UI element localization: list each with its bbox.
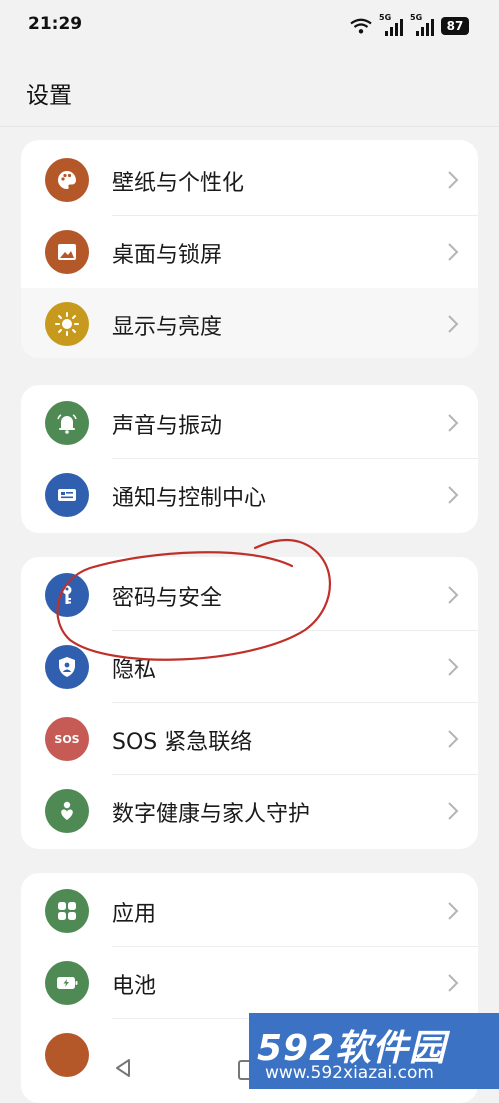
settings-item-label: 通知与控制中心: [112, 486, 267, 511]
image-icon: [45, 230, 89, 274]
chevron-right-icon: [448, 730, 459, 748]
heart-person-icon: [45, 789, 89, 833]
key-icon: [45, 573, 89, 617]
chevron-right-icon: [448, 315, 459, 333]
settings-item-sound-vibration[interactable]: 声音与振动: [21, 387, 478, 459]
settings-item-label: 显示与亮度: [112, 315, 223, 340]
settings-item-apps[interactable]: 应用: [21, 875, 478, 947]
battery-icon: [45, 961, 89, 1005]
status-icons: 5G 5G 87: [350, 13, 469, 36]
settings-item-privacy[interactable]: 隐私: [21, 631, 478, 703]
bell-icon: [45, 401, 89, 445]
settings-group-3: 密码与安全 隐私 SOS SOS 紧急联络 数字健康与家人守护: [21, 557, 478, 849]
settings-item-wallpaper[interactable]: 壁纸与个性化: [21, 144, 478, 216]
chevron-right-icon: [448, 243, 459, 261]
settings-group-1: 壁纸与个性化 桌面与锁屏 显示与亮度: [21, 140, 478, 358]
wifi-icon: [350, 18, 372, 34]
signal-icon-2: 5G: [410, 13, 434, 36]
watermark-url: www.592xiazai.com: [265, 1063, 434, 1083]
status-bar: 21:29 5G 5G 87: [0, 0, 499, 52]
battery-level: 87: [441, 17, 469, 35]
settings-item-label: 隐私: [112, 658, 157, 683]
settings-item-notification-control[interactable]: 通知与控制中心: [21, 459, 478, 531]
sos-icon: SOS: [45, 717, 89, 761]
settings-item-label: SOS 紧急联络: [112, 730, 253, 755]
settings-item-battery[interactable]: 电池: [21, 947, 478, 1019]
settings-item-label: 数字健康与家人守护: [112, 802, 311, 827]
sun-icon: [45, 302, 89, 346]
chevron-right-icon: [448, 414, 459, 432]
settings-item-label: 桌面与锁屏: [112, 243, 223, 268]
chevron-right-icon: [448, 902, 459, 920]
watermark: 592软件园 www.592xiazai.com: [249, 1013, 499, 1089]
chevron-right-icon: [448, 586, 459, 604]
settings-item-label: 应用: [112, 902, 157, 927]
settings-item-display-brightness[interactable]: 显示与亮度: [21, 288, 478, 358]
settings-item-label: 壁纸与个性化: [112, 171, 245, 196]
palette-icon: [45, 158, 89, 202]
chevron-right-icon: [448, 802, 459, 820]
settings-item-password-security[interactable]: 密码与安全: [21, 559, 478, 631]
notification-icon: [45, 473, 89, 517]
shield-icon: [45, 645, 89, 689]
settings-item-desktop-lockscreen[interactable]: 桌面与锁屏: [21, 216, 478, 288]
chevron-right-icon: [448, 486, 459, 504]
back-triangle-icon[interactable]: [114, 1058, 132, 1078]
apps-grid-icon: [45, 889, 89, 933]
settings-group-2: 声音与振动 通知与控制中心: [21, 385, 478, 533]
settings-item-label: 声音与振动: [112, 414, 223, 439]
settings-item-label: 密码与安全: [112, 586, 223, 611]
page-title: 设置: [26, 83, 72, 109]
signal-icon-1: 5G: [379, 13, 403, 36]
status-time: 21:29: [28, 14, 83, 34]
sos-icon-text: SOS: [54, 732, 80, 746]
header-divider: [0, 126, 499, 127]
settings-item-digital-wellbeing[interactable]: 数字健康与家人守护: [21, 775, 478, 847]
chevron-right-icon: [448, 171, 459, 189]
settings-item-sos[interactable]: SOS SOS 紧急联络: [21, 703, 478, 775]
settings-item-label: 电池: [112, 974, 157, 999]
chevron-right-icon: [448, 974, 459, 992]
chevron-right-icon: [448, 658, 459, 676]
